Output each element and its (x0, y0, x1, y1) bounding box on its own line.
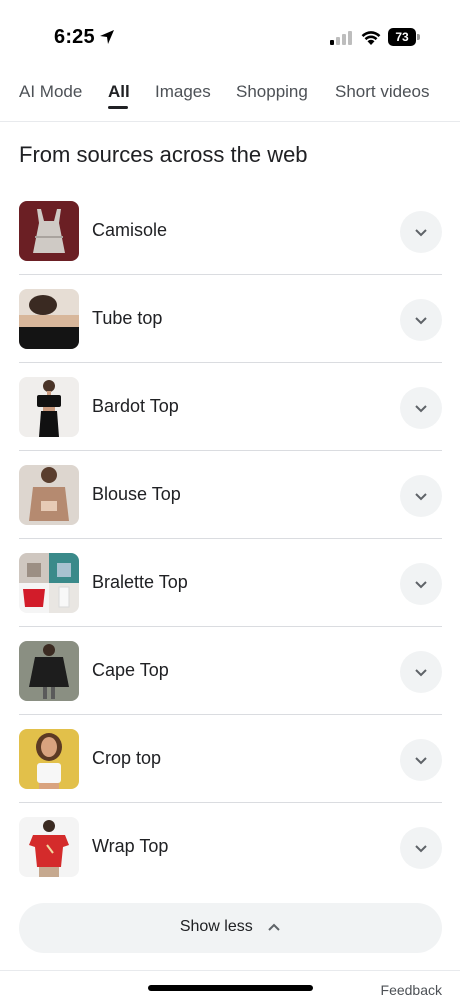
related-list: Camisole Tube top Bardot Top Blouse Top … (19, 187, 442, 891)
item-label: Bardot Top (92, 396, 179, 416)
expand-button[interactable] (400, 827, 442, 869)
footer-divider (0, 970, 460, 971)
list-item-tube-top[interactable]: Tube top (19, 275, 442, 363)
cape-top-thumbnail (19, 641, 79, 701)
item-label: Bralette Top (92, 572, 188, 592)
expand-button[interactable] (400, 475, 442, 517)
crop-top-thumbnail (19, 729, 79, 789)
tab-ai-mode[interactable]: AI Mode (19, 82, 82, 102)
chevron-down-icon (415, 405, 427, 413)
tab-images[interactable]: Images (155, 82, 211, 102)
list-item-crop-top[interactable]: Crop top (19, 715, 442, 803)
item-label: Camisole (92, 220, 168, 240)
list-item-bralette-top[interactable]: Bralette Top (19, 539, 442, 627)
chevron-down-icon (415, 669, 427, 677)
home-indicator[interactable] (148, 985, 313, 991)
item-label: Wrap Top (92, 836, 169, 856)
list-item-cape-top[interactable]: Cape Top (19, 627, 442, 715)
feedback-link[interactable]: Feedback (381, 982, 442, 998)
item-label: Cape Top (92, 660, 169, 680)
chevron-down-icon (415, 581, 427, 589)
section-heading: From sources across the web (19, 142, 308, 167)
tab-shopping[interactable]: Shopping (236, 82, 308, 102)
item-label: Blouse Top (92, 484, 181, 504)
item-label: Crop top (92, 748, 162, 768)
list-item-wrap-top[interactable]: Wrap Top (19, 803, 442, 891)
show-less-button[interactable]: Show less (19, 903, 442, 953)
battery-icon: 73 (388, 28, 420, 46)
active-tab-indicator (108, 106, 128, 109)
expand-button[interactable] (400, 563, 442, 605)
cellular-signal-icon (330, 31, 352, 45)
list-item-camisole[interactable]: Camisole (19, 187, 442, 275)
wrap-top-thumbnail (19, 817, 79, 877)
expand-button[interactable] (400, 211, 442, 253)
tab-short-videos[interactable]: Short videos (335, 82, 430, 102)
chevron-down-icon (415, 229, 427, 237)
expand-button[interactable] (400, 739, 442, 781)
chevron-down-icon (415, 757, 427, 765)
expand-button[interactable] (400, 651, 442, 693)
expand-button[interactable] (400, 387, 442, 429)
chevron-up-icon (268, 923, 280, 931)
battery-level: 73 (388, 28, 416, 46)
status-time: 6:25 (54, 26, 95, 48)
search-tabs: AI Mode All Images Shopping Short videos (0, 70, 460, 122)
show-less-label: Show less (179, 918, 253, 935)
bardot-top-thumbnail (19, 377, 79, 437)
tube-top-thumbnail (19, 289, 79, 349)
chevron-down-icon (415, 493, 427, 501)
item-label: Tube top (92, 308, 163, 328)
chevron-down-icon (415, 845, 427, 853)
expand-button[interactable] (400, 299, 442, 341)
blouse-top-thumbnail (19, 465, 79, 525)
camisole-thumbnail (19, 201, 79, 261)
status-bar: 6:25 73 (0, 0, 460, 70)
tab-all[interactable]: All (108, 82, 130, 102)
list-item-bardot-top[interactable]: Bardot Top (19, 363, 442, 451)
wifi-icon (361, 31, 381, 45)
location-arrow-icon (100, 30, 114, 44)
list-item-blouse-top[interactable]: Blouse Top (19, 451, 442, 539)
bralette-top-thumbnail (19, 553, 79, 613)
chevron-down-icon (415, 317, 427, 325)
